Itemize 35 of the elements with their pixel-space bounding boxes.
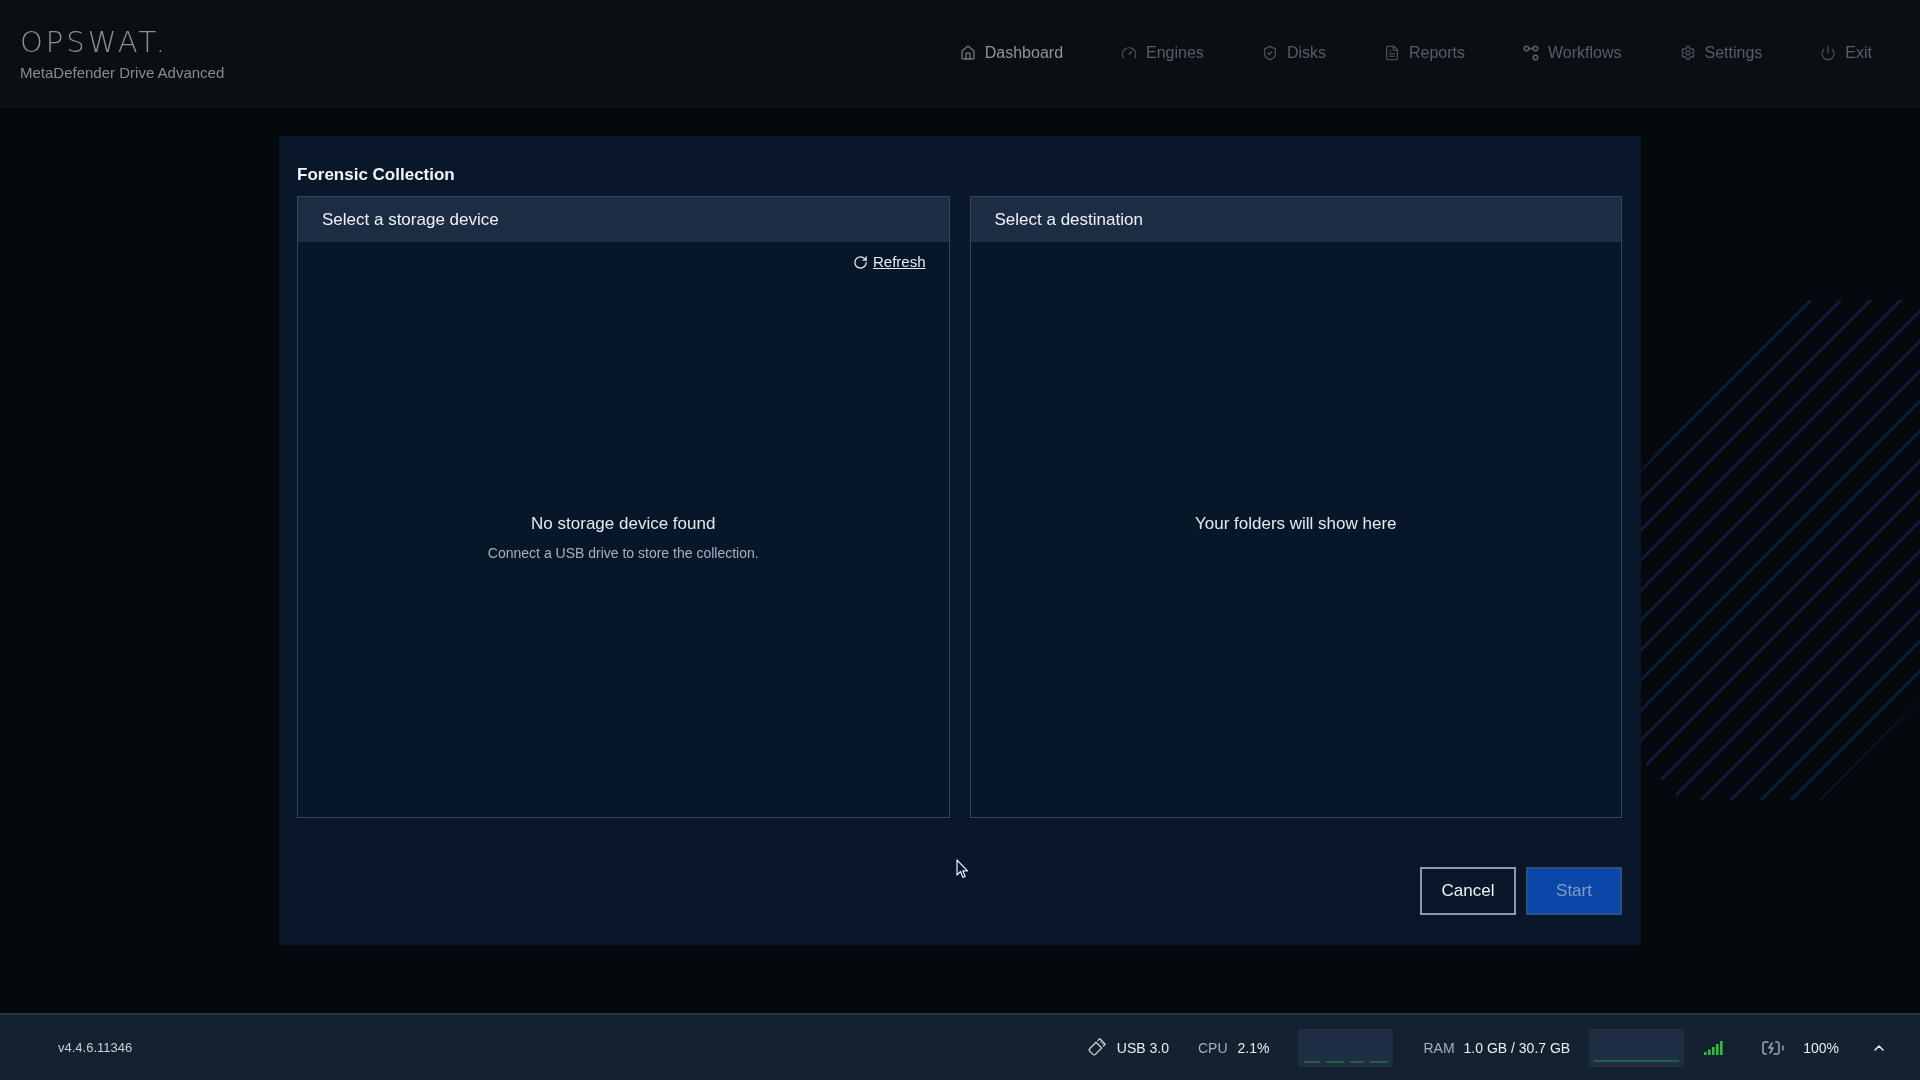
gauge-icon bbox=[1121, 45, 1138, 61]
nav-item[interactable]: Dashboard bbox=[959, 42, 1064, 64]
version-label: v4.4.6.11346 bbox=[58, 1040, 133, 1055]
empty-state-hint: Connect a USB drive to store the collection. bbox=[487, 544, 759, 563]
nav-item[interactable]: Reports bbox=[1384, 42, 1465, 64]
panel-header: Select a storage device bbox=[298, 197, 949, 242]
shield-check-icon bbox=[1261, 45, 1278, 61]
brand-logo: OPSWAT. bbox=[20, 26, 169, 58]
settings-icon bbox=[1679, 45, 1696, 61]
nav-item[interactable]: Exit bbox=[1820, 42, 1872, 64]
nav-item[interactable]: Disks bbox=[1261, 42, 1326, 64]
panel-header: Select a destination bbox=[970, 197, 1621, 242]
refresh-link[interactable]: Refresh bbox=[852, 252, 926, 272]
nav-item[interactable]: Workflows bbox=[1523, 42, 1622, 64]
nodes-icon bbox=[1523, 45, 1539, 61]
nav-item[interactable]: Settings bbox=[1679, 42, 1763, 64]
ram-value: 1.0 GB / 30.7 GB bbox=[1463, 1038, 1571, 1057]
cpu-value: 2.1% bbox=[1237, 1038, 1270, 1057]
cancel-button[interactable]: Cancel bbox=[1420, 867, 1516, 915]
usb-status: USB 3.0 bbox=[1116, 1038, 1169, 1057]
battery-level: 100% bbox=[1803, 1038, 1839, 1057]
refresh-icon bbox=[852, 254, 868, 270]
cpu-label: CPU bbox=[1197, 1038, 1228, 1057]
empty-state-title: Your folders will show here bbox=[1194, 513, 1397, 535]
dialog-title: Forensic Collection bbox=[297, 164, 456, 186]
nav-item[interactable]: Engines bbox=[1121, 42, 1204, 64]
usb-drive-icon bbox=[1086, 1038, 1106, 1057]
product-name: MetaDefender Drive Advanced bbox=[20, 64, 225, 82]
house-icon bbox=[959, 45, 976, 61]
signal-bars-icon bbox=[1704, 1040, 1725, 1055]
mouse-pointer-icon bbox=[956, 859, 969, 879]
power-icon bbox=[1820, 45, 1837, 61]
document-icon bbox=[1384, 45, 1400, 61]
empty-state-title: No storage device found bbox=[531, 513, 716, 535]
ram-label: RAM bbox=[1423, 1038, 1455, 1057]
